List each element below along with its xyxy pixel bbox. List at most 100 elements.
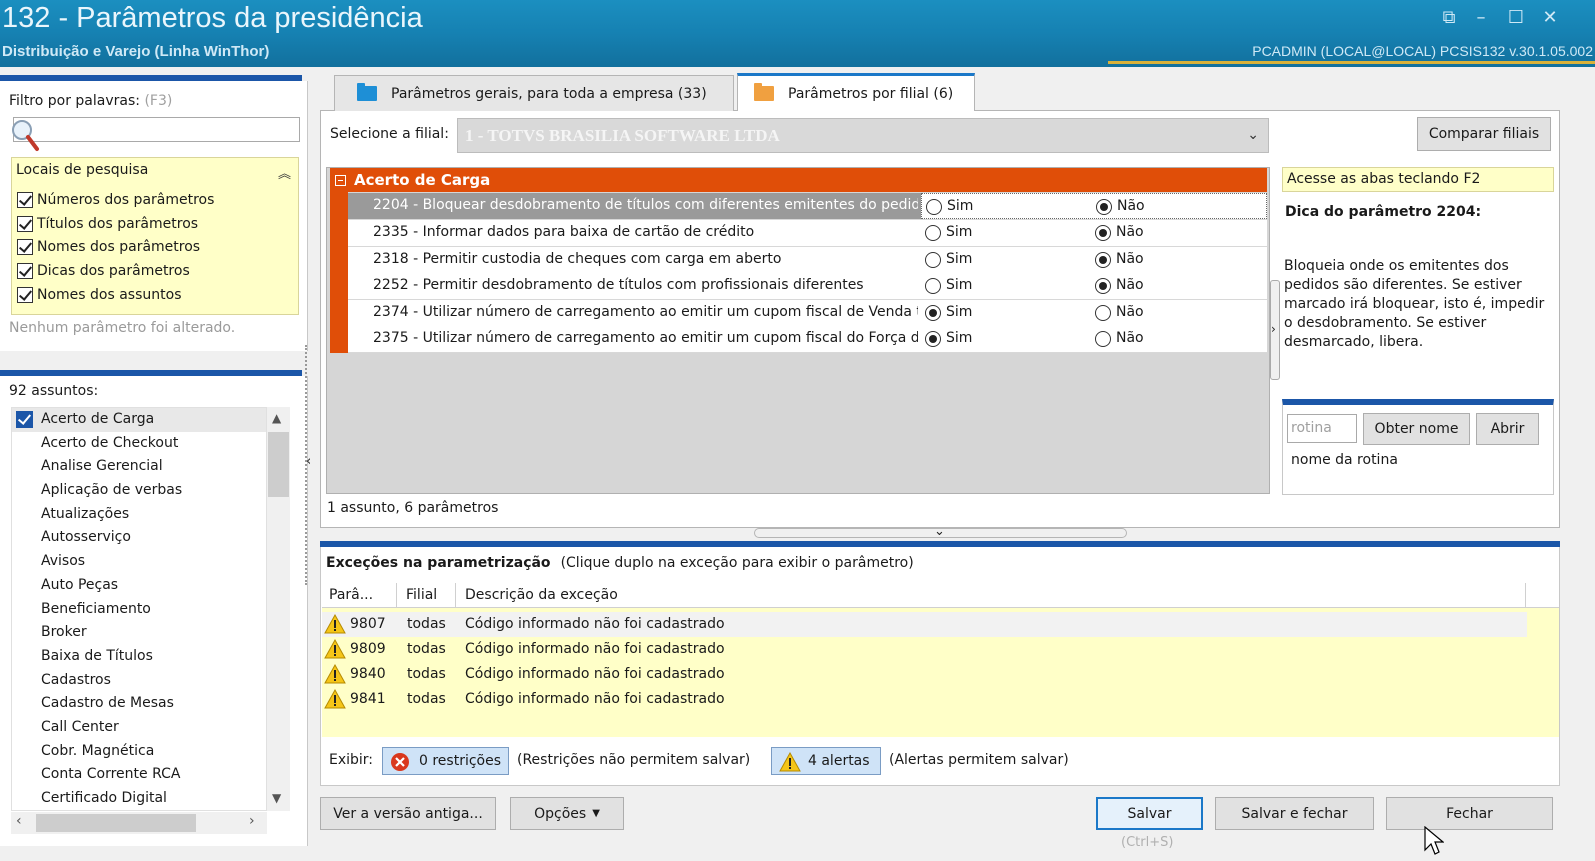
column-separator[interactable] bbox=[455, 583, 456, 608]
expand-right-icon[interactable]: › bbox=[1271, 322, 1276, 336]
scroll-right-icon[interactable]: › bbox=[249, 813, 255, 829]
subjects-horizontal-scrollbar[interactable]: ‹ › bbox=[11, 812, 267, 834]
restore-icon[interactable]: ⧉ bbox=[1438, 8, 1460, 28]
checkbox-checked-icon[interactable] bbox=[17, 263, 33, 279]
parameter-row[interactable]: 2318 - Permitir custodia de cheques com … bbox=[348, 247, 1267, 274]
scroll-up-icon[interactable]: ▲ bbox=[272, 411, 281, 425]
column-header[interactable]: Filial bbox=[406, 587, 437, 603]
subject-item[interactable]: Acerto de Carga bbox=[12, 408, 266, 432]
subject-item[interactable]: Atualizações bbox=[12, 503, 266, 527]
exception-row[interactable]: 9840 todas Código informado não foi cada… bbox=[322, 662, 1527, 687]
checkbox-checked-icon[interactable] bbox=[17, 216, 33, 232]
radio-no-label: Não bbox=[1116, 224, 1144, 240]
radio-no[interactable] bbox=[1095, 225, 1111, 241]
maximize-icon[interactable]: ☐ bbox=[1505, 8, 1527, 28]
subject-item[interactable]: Cadastros bbox=[12, 669, 266, 693]
collapse-up-icon[interactable]: ︽ bbox=[278, 163, 291, 182]
minimize-icon[interactable]: – bbox=[1470, 8, 1492, 28]
parameter-description: 2335 - Informar dados para baixa de cart… bbox=[373, 224, 755, 240]
close-icon[interactable]: ✕ bbox=[1539, 8, 1561, 28]
parameter-row[interactable]: 2335 - Informar dados para baixa de cart… bbox=[348, 220, 1267, 247]
radio-no-label: Não bbox=[1116, 330, 1144, 346]
checkbox-checked-icon[interactable] bbox=[16, 411, 33, 428]
radio-no[interactable] bbox=[1095, 278, 1111, 294]
scroll-thumb[interactable] bbox=[36, 814, 196, 832]
restrictions-toggle[interactable]: 0 restrições bbox=[382, 747, 509, 775]
compare-branches-button[interactable]: Comparar filiais bbox=[1417, 117, 1551, 151]
open-button[interactable]: Abrir bbox=[1476, 413, 1539, 445]
subject-item[interactable]: Beneficiamento bbox=[12, 598, 266, 622]
exception-row[interactable]: 9841 todas Código informado não foi cada… bbox=[322, 687, 1527, 712]
radio-yes-label: Sim bbox=[946, 304, 973, 320]
chevron-down-icon[interactable]: ⌄ bbox=[1247, 127, 1259, 143]
parameter-row[interactable]: 2374 - Utilizar número de carregamento a… bbox=[348, 300, 1267, 327]
radio-no[interactable] bbox=[1096, 199, 1112, 215]
subject-item[interactable]: Analise Gerencial bbox=[12, 455, 266, 479]
subject-item[interactable]: Aplicação de verbas bbox=[12, 479, 266, 503]
parameter-row[interactable]: 2375 - Utilizar número de carregamento a… bbox=[348, 326, 1267, 353]
get-name-button[interactable]: Obter nome bbox=[1363, 413, 1470, 445]
tab-branch-parameters[interactable]: Parâmetros por filial (6) bbox=[737, 73, 975, 111]
subject-item[interactable]: Cadastro de Mesas bbox=[12, 692, 266, 716]
save-and-close-button[interactable]: Salvar e fechar bbox=[1215, 797, 1374, 830]
subject-item[interactable]: Call Center bbox=[12, 716, 266, 740]
parameter-row[interactable]: 2252 - Permitir desdobramento de títulos… bbox=[348, 273, 1267, 300]
column-header[interactable]: Parâ... bbox=[329, 587, 373, 603]
location-label: Títulos dos parâmetros bbox=[37, 216, 199, 232]
location-checkbox-names[interactable]: Nomes dos parâmetros bbox=[17, 236, 200, 258]
column-separator[interactable] bbox=[396, 583, 397, 608]
radio-yes[interactable] bbox=[925, 278, 941, 294]
scroll-thumb[interactable] bbox=[268, 432, 289, 497]
routine-input[interactable]: rotina bbox=[1287, 414, 1357, 443]
scroll-left-icon[interactable]: ‹ bbox=[16, 813, 22, 829]
scroll-down-icon[interactable]: ▼ bbox=[272, 791, 281, 805]
options-button[interactable]: Opções ▼ bbox=[510, 797, 624, 830]
tab-general-parameters[interactable]: Parâmetros gerais, para toda a empresa (… bbox=[334, 75, 734, 111]
radio-no-label: Não bbox=[1116, 304, 1144, 320]
radio-no[interactable] bbox=[1095, 331, 1111, 347]
subject-item[interactable]: Auto Peças bbox=[12, 574, 266, 598]
subject-item[interactable]: Acerto de Checkout bbox=[12, 432, 266, 456]
subject-item[interactable]: Broker bbox=[12, 621, 266, 645]
location-checkbox-titles[interactable]: Títulos dos parâmetros bbox=[17, 213, 198, 235]
collapse-left-icon[interactable]: ‹ bbox=[306, 454, 311, 469]
subject-item[interactable]: Avisos bbox=[12, 550, 266, 574]
caret-down-icon: ▼ bbox=[592, 808, 600, 819]
location-checkbox-subjects[interactable]: Nomes dos assuntos bbox=[17, 284, 182, 306]
radio-yes[interactable] bbox=[925, 305, 941, 321]
radio-yes[interactable] bbox=[925, 331, 941, 347]
subject-item[interactable]: Baixa de Títulos bbox=[12, 645, 266, 669]
radio-yes[interactable] bbox=[925, 225, 941, 241]
tab-label: Parâmetros por filial (6) bbox=[788, 85, 954, 102]
exception-row[interactable]: 9807 todas Código informado não foi cada… bbox=[322, 612, 1527, 637]
chevron-down-icon[interactable]: ⌄ bbox=[934, 524, 945, 539]
column-separator[interactable] bbox=[1525, 583, 1526, 608]
close-button[interactable]: Fechar bbox=[1386, 797, 1553, 830]
parameter-row[interactable]: 2204 - Bloquear desdobramento de títulos… bbox=[348, 193, 1267, 220]
alerts-toggle[interactable]: 4 alertas bbox=[771, 747, 881, 775]
subjects-vertical-scrollbar[interactable]: ▲ ▼ bbox=[267, 407, 290, 811]
save-button[interactable]: Salvar bbox=[1096, 797, 1203, 830]
radio-no[interactable] bbox=[1095, 252, 1111, 268]
checkbox-checked-icon[interactable] bbox=[17, 287, 33, 303]
subject-item[interactable]: Cobr. Magnética bbox=[12, 740, 266, 764]
subject-item[interactable]: Autosserviço bbox=[12, 526, 266, 550]
subject-item[interactable]: Certificado Digital bbox=[12, 787, 266, 810]
subjects-list[interactable]: Acerto de Carga Acerto de Checkout Anali… bbox=[11, 407, 267, 811]
old-version-button[interactable]: Ver a versão antiga... bbox=[320, 797, 496, 830]
search-input[interactable] bbox=[13, 117, 300, 142]
column-header[interactable]: Descrição da exceção bbox=[465, 587, 618, 603]
radio-yes[interactable] bbox=[925, 252, 941, 268]
radio-no[interactable] bbox=[1095, 305, 1111, 321]
radio-yes[interactable] bbox=[926, 199, 942, 215]
location-checkbox-tips[interactable]: Dicas dos parâmetros bbox=[17, 260, 190, 282]
location-checkbox-numbers[interactable]: Números dos parâmetros bbox=[17, 189, 214, 211]
subject-item[interactable]: Conta Corrente RCA bbox=[12, 763, 266, 787]
filter-label-text: Filtro por palavras: bbox=[9, 93, 140, 109]
exception-row[interactable]: 9809 todas Código informado não foi cada… bbox=[322, 637, 1527, 662]
group-header[interactable]: Acerto de Carga bbox=[330, 168, 1267, 192]
collapse-group-icon[interactable] bbox=[335, 174, 346, 186]
checkbox-checked-icon[interactable] bbox=[17, 192, 33, 208]
checkbox-checked-icon[interactable] bbox=[17, 239, 33, 255]
branch-select[interactable]: 1 - TOTVS BRASILIA SOFTWARE LTDA ⌄ bbox=[457, 118, 1269, 153]
